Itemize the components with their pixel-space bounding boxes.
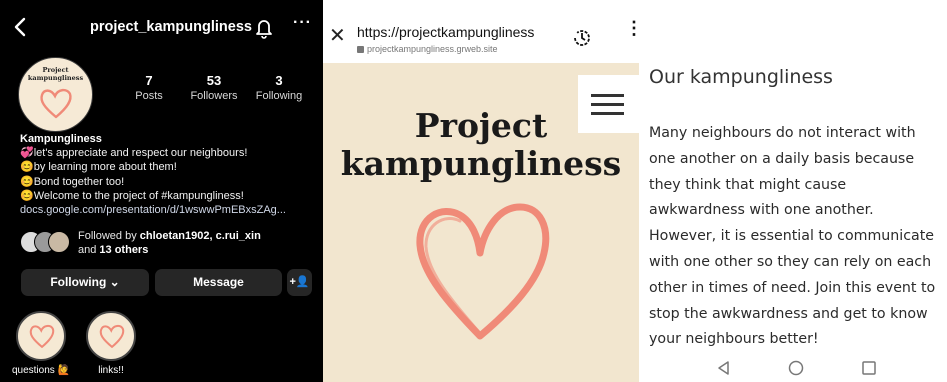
heart-icon bbox=[99, 324, 125, 348]
message-button[interactable]: Message bbox=[155, 269, 282, 296]
back-triangle-icon[interactable] bbox=[716, 360, 732, 376]
highlight-links[interactable]: links!! bbox=[81, 311, 141, 376]
followed-names: chloetan1902, c.rui_xin bbox=[139, 230, 261, 242]
add-person-icon[interactable]: +👤 bbox=[287, 269, 312, 296]
profile-username: project_kampungliness bbox=[90, 19, 252, 35]
browser-panel: ✕ https://projectkampungliness projectka… bbox=[323, 0, 639, 382]
home-circle-icon[interactable] bbox=[788, 360, 804, 376]
followed-and: and bbox=[78, 244, 100, 256]
profile-display-name: Kampungliness bbox=[20, 133, 102, 145]
following-button[interactable]: Following ⌄ bbox=[21, 269, 149, 296]
highlight-label: links!! bbox=[98, 365, 124, 376]
stat-following[interactable]: 3 Following bbox=[244, 73, 314, 102]
stat-followers[interactable]: 53 Followers bbox=[179, 73, 249, 102]
highlight-cover bbox=[16, 311, 66, 361]
url-domain-text: projectkampungliness.grweb.site bbox=[367, 44, 498, 54]
avatar bbox=[48, 231, 70, 253]
lock-icon bbox=[357, 46, 364, 53]
bio-line: 😊Welcome to the project of #kampunglines… bbox=[20, 189, 244, 202]
stat-label: Followers bbox=[190, 90, 238, 102]
instagram-profile-panel: project_kampungliness ··· Project kampun… bbox=[0, 0, 323, 382]
stat-label: Posts bbox=[135, 90, 163, 102]
page-title-line2: kampungliness bbox=[340, 144, 622, 183]
highlight-label: questions 🙋 bbox=[11, 365, 71, 376]
heart-icon bbox=[29, 324, 55, 348]
android-nav-bar bbox=[639, 356, 947, 382]
bio-line: 😊by learning more about them! bbox=[20, 161, 177, 174]
followed-prefix: Followed by bbox=[78, 230, 140, 242]
page-title-line1: Project bbox=[414, 106, 548, 145]
bio-link[interactable]: docs.google.com/presentation/d/1wswwPmEB… bbox=[20, 203, 320, 217]
url-title[interactable]: https://projectkampungliness bbox=[357, 24, 534, 40]
browser-toolbar: ✕ https://projectkampungliness projectka… bbox=[323, 0, 639, 63]
followed-others: 13 others bbox=[99, 244, 149, 256]
stat-count: 53 bbox=[206, 73, 222, 88]
stat-count: 7 bbox=[145, 73, 153, 88]
highlight-questions[interactable]: questions 🙋 bbox=[11, 311, 71, 376]
avatar-title: Project kampungliness bbox=[27, 66, 84, 82]
bio-line: 💞let's appreciate and respect our neighb… bbox=[20, 147, 248, 160]
article-body: Many neighbours do not interact with one… bbox=[649, 125, 936, 348]
history-icon[interactable] bbox=[571, 27, 593, 49]
follower-avatars bbox=[20, 231, 72, 255]
article-heading: Our kampungliness bbox=[649, 66, 833, 88]
followed-by[interactable]: Followed by chloetan1902, c.rui_xin and … bbox=[20, 229, 320, 257]
menu-icon[interactable]: ⋮ bbox=[625, 19, 639, 37]
stat-count: 3 bbox=[275, 73, 283, 88]
followed-by-text: Followed by chloetan1902, c.rui_xin and … bbox=[78, 229, 261, 257]
stat-posts[interactable]: 7 Posts bbox=[114, 73, 184, 102]
profile-header: project_kampungliness ··· bbox=[0, 10, 323, 46]
stat-label: Following bbox=[255, 90, 303, 102]
heart-icon bbox=[416, 203, 550, 340]
heart-icon bbox=[40, 88, 72, 119]
close-icon[interactable]: ✕ bbox=[329, 26, 346, 46]
profile-bio: Kampungliness 💞let's appreciate and resp… bbox=[20, 132, 320, 217]
article-panel: Our kampungliness Many neighbours do not… bbox=[639, 0, 947, 382]
recents-square-icon[interactable] bbox=[861, 360, 877, 376]
chevron-left-icon[interactable] bbox=[12, 16, 28, 38]
page-title: Project kampungliness bbox=[323, 107, 639, 183]
bell-icon[interactable] bbox=[255, 17, 273, 39]
url-domain: projectkampungliness.grweb.site bbox=[357, 44, 498, 54]
profile-avatar[interactable]: Project kampungliness bbox=[18, 57, 93, 132]
more-icon[interactable]: ··· bbox=[293, 14, 312, 32]
highlight-cover bbox=[86, 311, 136, 361]
bio-line: 😊Bond together too! bbox=[20, 175, 125, 188]
